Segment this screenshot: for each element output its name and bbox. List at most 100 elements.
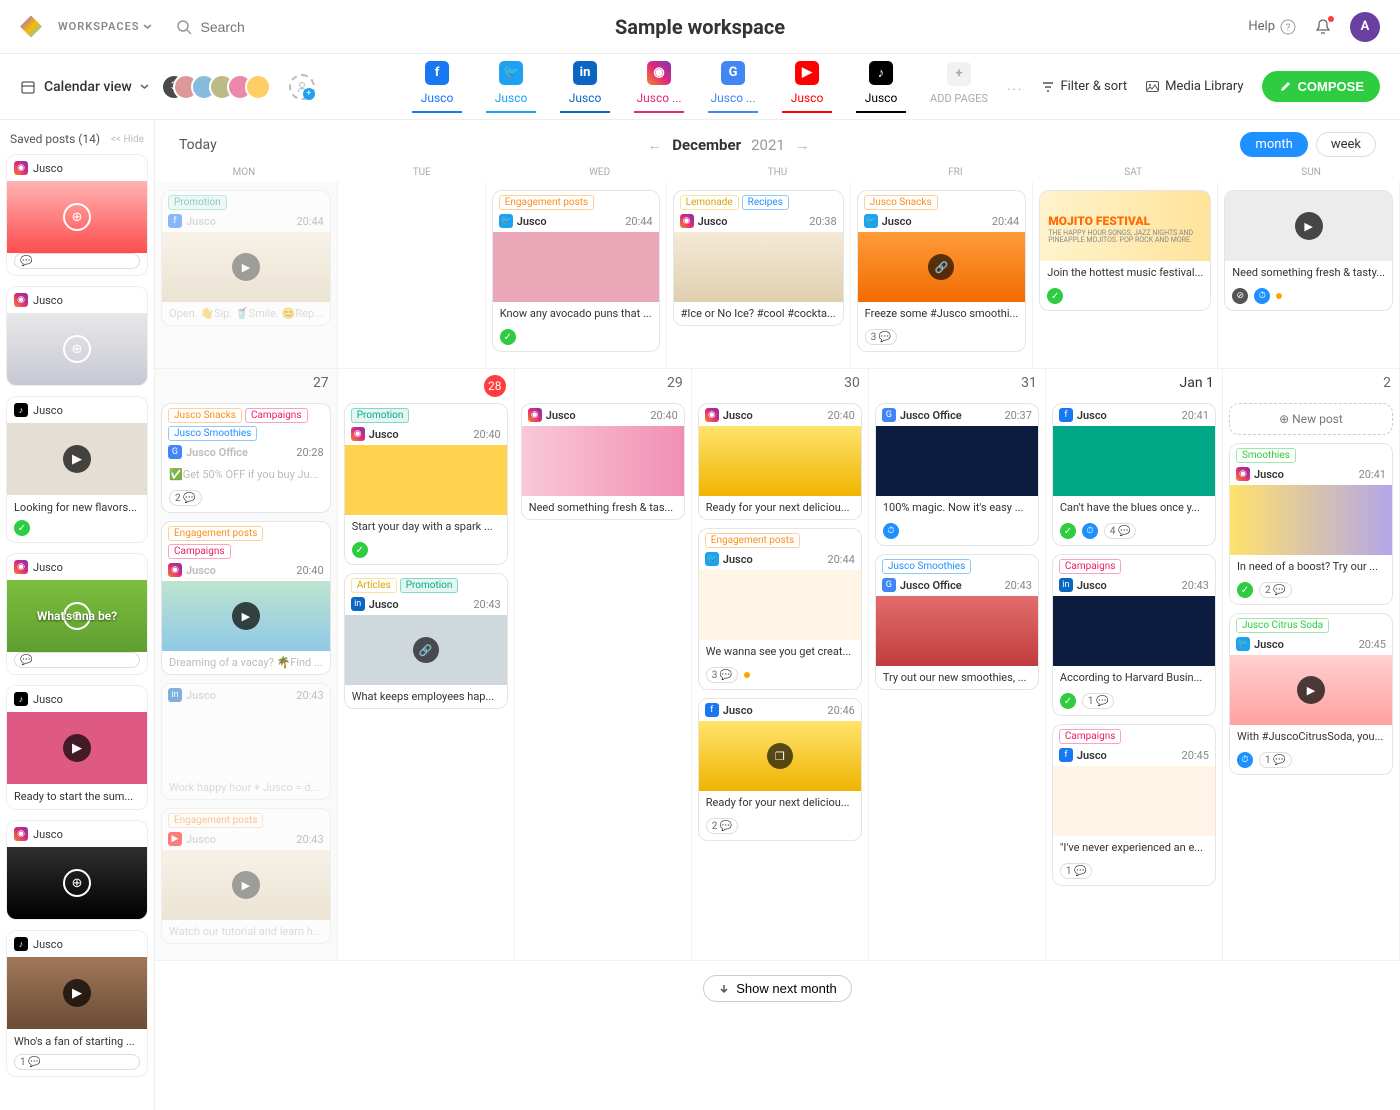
card-time: 20:43 — [1182, 579, 1209, 592]
page-tab[interactable]: GJusco ... — [708, 61, 758, 113]
compose-button[interactable]: COMPOSE — [1262, 71, 1380, 102]
saved-post-card[interactable]: ♪Jusco ▶ Who's a fan of starting ...1 💬 — [6, 930, 148, 1077]
page-tab[interactable]: fJusco — [412, 61, 462, 113]
page-tab[interactable]: inJusco — [560, 61, 610, 113]
post-card[interactable]: ◉Jusco20:40Ready for your next deliciou.… — [698, 403, 862, 520]
month-view-pill[interactable]: month — [1240, 132, 1307, 157]
dot-indicator — [1276, 293, 1282, 299]
card-acct: Jusco — [723, 704, 753, 717]
show-next-month-button[interactable]: Show next month — [703, 975, 851, 1002]
post-card[interactable]: ▶Need something fresh & tasty...⊘⏱ — [1224, 190, 1393, 311]
post-card[interactable]: ArticlesPromotioninJusco20:43🔗What keeps… — [344, 573, 508, 709]
calendar-cell[interactable]: LemonadeRecipes◉Jusco20:38#Ice or No Ice… — [667, 182, 851, 369]
post-card[interactable]: MOJITO FESTIVALTHE HAPPY HOUR SONGS, JAZ… — [1039, 190, 1211, 311]
calendar-cell[interactable]: ▶Need something fresh & tasty...⊘⏱ — [1218, 182, 1400, 369]
media-library-button[interactable]: Media Library — [1145, 79, 1243, 94]
post-card[interactable]: Engagement postsCampaigns◉Jusco20:40▶Dre… — [161, 521, 331, 675]
card-time: 20:40 — [473, 428, 500, 441]
today-button[interactable]: Today — [179, 137, 217, 153]
post-card[interactable]: LemonadeRecipes◉Jusco20:38#Ice or No Ice… — [673, 190, 844, 326]
post-card[interactable]: Engagement posts▶Jusco20:43▶Watch our tu… — [161, 808, 331, 944]
hide-saved-button[interactable]: << Hide — [111, 134, 144, 145]
workspaces-dropdown[interactable]: WORKSPACES — [58, 20, 152, 33]
play-icon: ▶ — [232, 602, 260, 630]
filter-icon — [1041, 80, 1055, 94]
post-card[interactable]: CampaignsinJusco20:43According to Harvar… — [1052, 554, 1216, 716]
add-user-button[interactable]: + — [289, 74, 315, 100]
card-acct: Jusco — [882, 215, 912, 228]
calendar-cell[interactable]: Engagement posts🐦Jusco20:44Know any avoc… — [486, 182, 667, 369]
card-time: 20:44 — [992, 215, 1019, 228]
calendar-cell[interactable] — [338, 182, 486, 369]
post-card[interactable]: inJusco20:43Work happy hour + Jusco = d.… — [161, 683, 331, 800]
calendar-cell[interactable]: 28Promotion◉Jusco20:40Start your day wit… — [338, 369, 515, 961]
calendar-cell[interactable]: 30◉Jusco20:40Ready for your next delicio… — [692, 369, 869, 961]
saved-acct: Jusco — [33, 162, 63, 175]
prev-month[interactable]: ← — [647, 136, 662, 154]
tag: Jusco Snacks — [864, 195, 938, 210]
post-card[interactable]: Jusco SmoothiesGJusco Office20:43Try out… — [875, 554, 1039, 690]
post-card[interactable]: Jusco Snacks🐦Jusco20:44🔗Freeze some #Jus… — [857, 190, 1027, 352]
calendar-cell[interactable]: PromotionfJusco20:44▶Open. 👋Sip. 🥤Smile.… — [155, 182, 338, 369]
page-tab[interactable]: ▶Jusco — [782, 61, 832, 113]
saved-post-card[interactable]: ♪Jusco ▶ Ready to start the sum... — [6, 685, 148, 810]
card-text: According to Harvard Busin... — [1053, 666, 1215, 689]
li-icon: in — [1059, 578, 1073, 592]
page-tab[interactable]: ◉Jusco ... — [634, 61, 684, 113]
new-post-button[interactable]: ⊕ New post — [1229, 403, 1393, 435]
post-card[interactable]: fJusco20:41Can't have the blues once y..… — [1052, 403, 1216, 546]
help-link[interactable]: Help ? — [1248, 19, 1296, 35]
post-card[interactable]: PromotionfJusco20:44▶Open. 👋Sip. 🥤Smile.… — [161, 190, 331, 326]
calendar-cell[interactable]: 29◉Jusco20:40Need something fresh & tas.… — [515, 369, 692, 961]
calendar-cell[interactable]: Jusco Snacks🐦Jusco20:44🔗Freeze some #Jus… — [851, 182, 1034, 369]
saved-posts-title: Saved posts (14) — [10, 132, 100, 146]
saved-post-card[interactable]: ◉Jusco ⊕ — [6, 820, 148, 920]
tw-icon: 🐦 — [705, 552, 719, 566]
tag: Engagement posts — [168, 526, 263, 541]
page-tab[interactable]: ♪Jusco — [856, 61, 906, 113]
search-input[interactable] — [200, 19, 381, 35]
post-card[interactable]: Smoothies◉Jusco20:41In need of a boost? … — [1229, 443, 1393, 605]
calendar-cell[interactable]: 31GJusco Office20:37100% magic. Now it's… — [869, 369, 1046, 961]
filter-sort-button[interactable]: Filter & sort — [1041, 79, 1127, 94]
card-acct: Jusco Office — [900, 409, 962, 422]
approved-icon: ✓ — [1060, 523, 1076, 539]
calendar-cell[interactable]: MOJITO FESTIVALTHE HAPPY HOUR SONGS, JAZ… — [1033, 182, 1218, 369]
link-icon: 🔗 — [928, 254, 954, 280]
calendar-cell[interactable]: 27Jusco SnacksCampaignsJusco SmoothiesGJ… — [155, 369, 338, 961]
card-acct: Jusco — [1254, 638, 1284, 651]
notifications-button[interactable] — [1314, 18, 1332, 36]
post-card[interactable]: Engagement posts🐦Jusco20:44Know any avoc… — [492, 190, 660, 352]
search-input-group[interactable] — [176, 19, 381, 35]
card-text: Need something fresh & tas... — [522, 496, 684, 519]
saved-post-card[interactable]: ♪Jusco ▶ Looking for new flavors...✓ — [6, 396, 148, 543]
collaborator-avatars[interactable]: 3 — [163, 74, 271, 100]
saved-post-card[interactable]: ◉Jusco What's nna be?⊕ 💬 — [6, 553, 148, 675]
card-acct: Jusco — [369, 428, 399, 441]
play-icon: ▶ — [63, 445, 91, 473]
post-card[interactable]: Jusco SnacksCampaignsJusco SmoothiesGJus… — [161, 403, 331, 513]
post-card[interactable]: Jusco Citrus Soda🐦Jusco20:45▶With #Jusco… — [1229, 613, 1393, 775]
logo[interactable] — [20, 16, 42, 38]
card-acct: Jusco — [723, 409, 753, 422]
post-card[interactable]: GJusco Office20:37100% magic. Now it's e… — [875, 403, 1039, 546]
post-card[interactable]: Promotion◉Jusco20:40Start your day with … — [344, 403, 508, 565]
post-card[interactable]: fJusco20:46❐Ready for your next deliciou… — [698, 698, 862, 841]
more-menu[interactable]: ... — [1007, 79, 1023, 94]
chevron-down-icon — [140, 82, 149, 91]
add-pages-button[interactable]: +ADD PAGES — [930, 62, 988, 113]
calendar-cell[interactable]: 2⊕ New postSmoothies◉Jusco20:41In need o… — [1223, 369, 1400, 961]
post-card[interactable]: Engagement posts🐦Jusco20:44We wanna see … — [698, 528, 862, 690]
post-card[interactable]: ◉Jusco20:40Need something fresh & tas... — [521, 403, 685, 520]
saved-post-card[interactable]: ◉Jusco ⊕ — [6, 286, 148, 386]
saved-post-card[interactable]: ◉Jusco ⊕ 💬 — [6, 154, 148, 276]
post-card[interactable]: CampaignsfJusco20:45"I've never experien… — [1052, 724, 1216, 886]
next-month[interactable]: → — [795, 136, 810, 154]
calendar-cell[interactable]: Jan 1fJusco20:41Can't have the blues onc… — [1046, 369, 1223, 961]
page-label: Jusco — [791, 91, 824, 105]
card-time: 20:44 — [625, 215, 652, 228]
page-tab[interactable]: 🐦Jusco — [486, 61, 536, 113]
calendar-view-dropdown[interactable]: Calendar view — [20, 79, 149, 95]
week-view-pill[interactable]: week — [1316, 132, 1376, 157]
user-avatar[interactable]: A — [1350, 12, 1380, 42]
